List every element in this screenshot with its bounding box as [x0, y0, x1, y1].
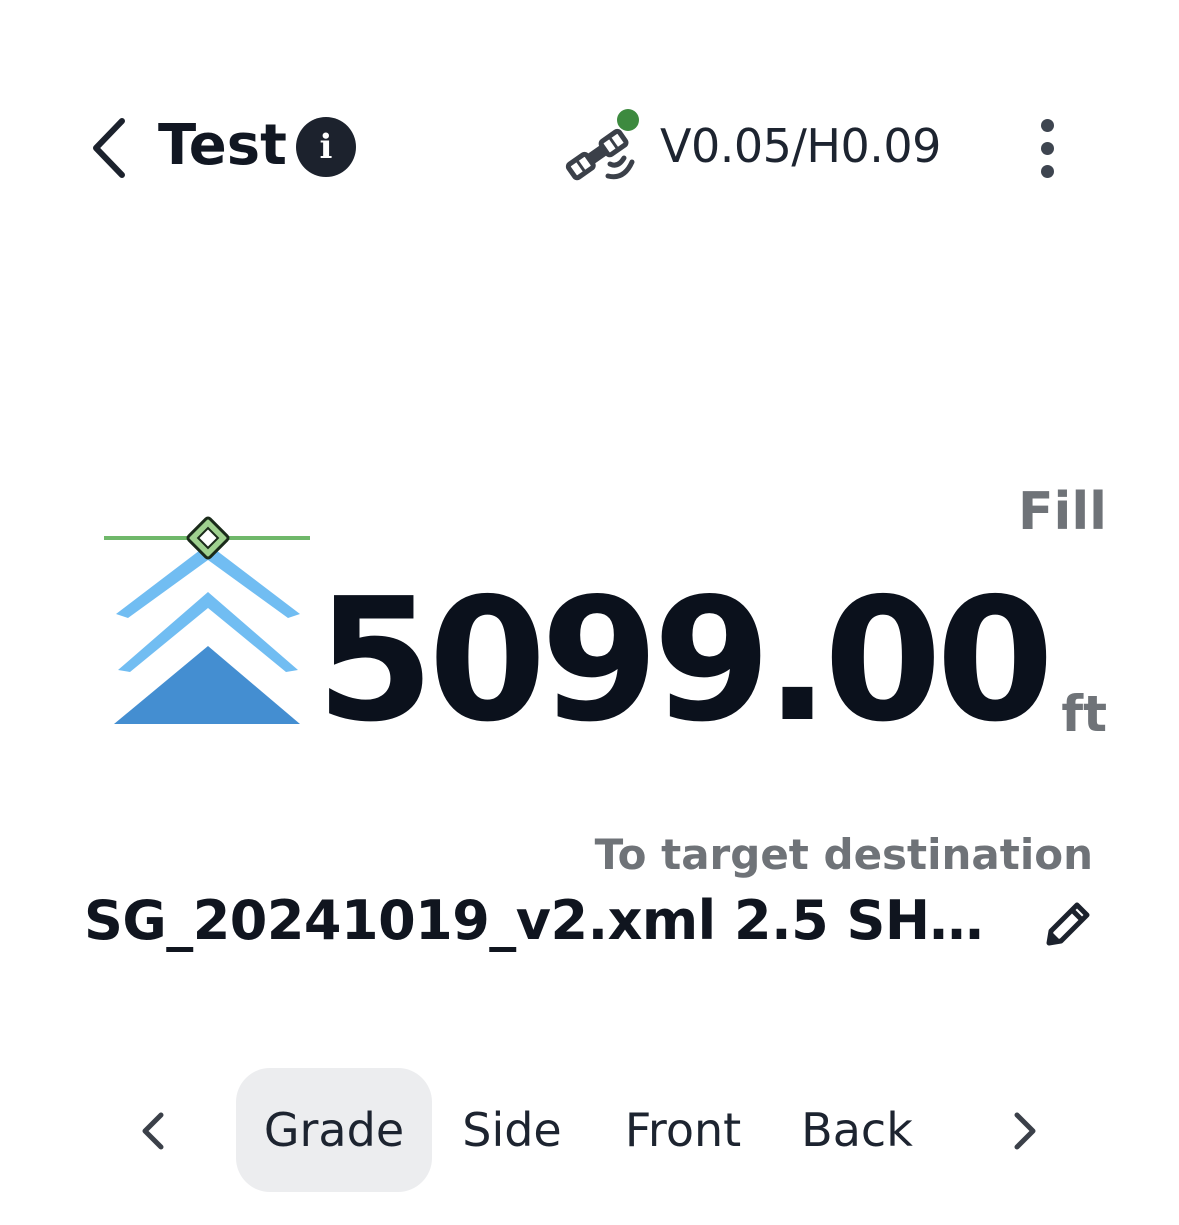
- target-design-name[interactable]: SG_20241019_v2.xml 2.5 SH1...: [84, 886, 994, 956]
- more-vertical-icon: [1040, 118, 1054, 132]
- edit-target-button[interactable]: [1036, 892, 1100, 956]
- tab-side[interactable]: Side: [448, 1068, 576, 1192]
- gps-accuracy: V0.05/H0.09: [660, 119, 941, 173]
- tabs-prev-button[interactable]: [122, 1098, 182, 1164]
- position-marker: [186, 516, 230, 560]
- pencil-icon: [1046, 902, 1090, 946]
- tab-back[interactable]: Back: [792, 1068, 922, 1192]
- chevron-left-icon: [93, 118, 125, 178]
- tabs-next-button[interactable]: [996, 1098, 1056, 1164]
- chevron-right-icon: [1014, 1112, 1036, 1150]
- gps-status-dot: [617, 109, 639, 131]
- target-label: To target destination: [594, 830, 1093, 879]
- app-header: Test i V0.05/H0.09: [0, 0, 1179, 240]
- cut-fill-value: 5099.00: [316, 562, 1054, 760]
- tab-grade[interactable]: Grade: [236, 1068, 432, 1192]
- back-button[interactable]: [78, 112, 138, 184]
- unit-label: ft: [1061, 685, 1107, 743]
- info-button[interactable]: i: [296, 117, 356, 177]
- tab-front[interactable]: Front: [612, 1068, 754, 1192]
- chevron-left-icon: [142, 1112, 164, 1150]
- satellite-icon[interactable]: [558, 104, 644, 190]
- page-title: Test: [158, 113, 287, 178]
- grade-indicator-graphic: [104, 516, 310, 724]
- info-icon: i: [319, 127, 333, 167]
- more-options-button[interactable]: [1024, 112, 1070, 184]
- fill-cut-label: Fill: [1018, 482, 1107, 542]
